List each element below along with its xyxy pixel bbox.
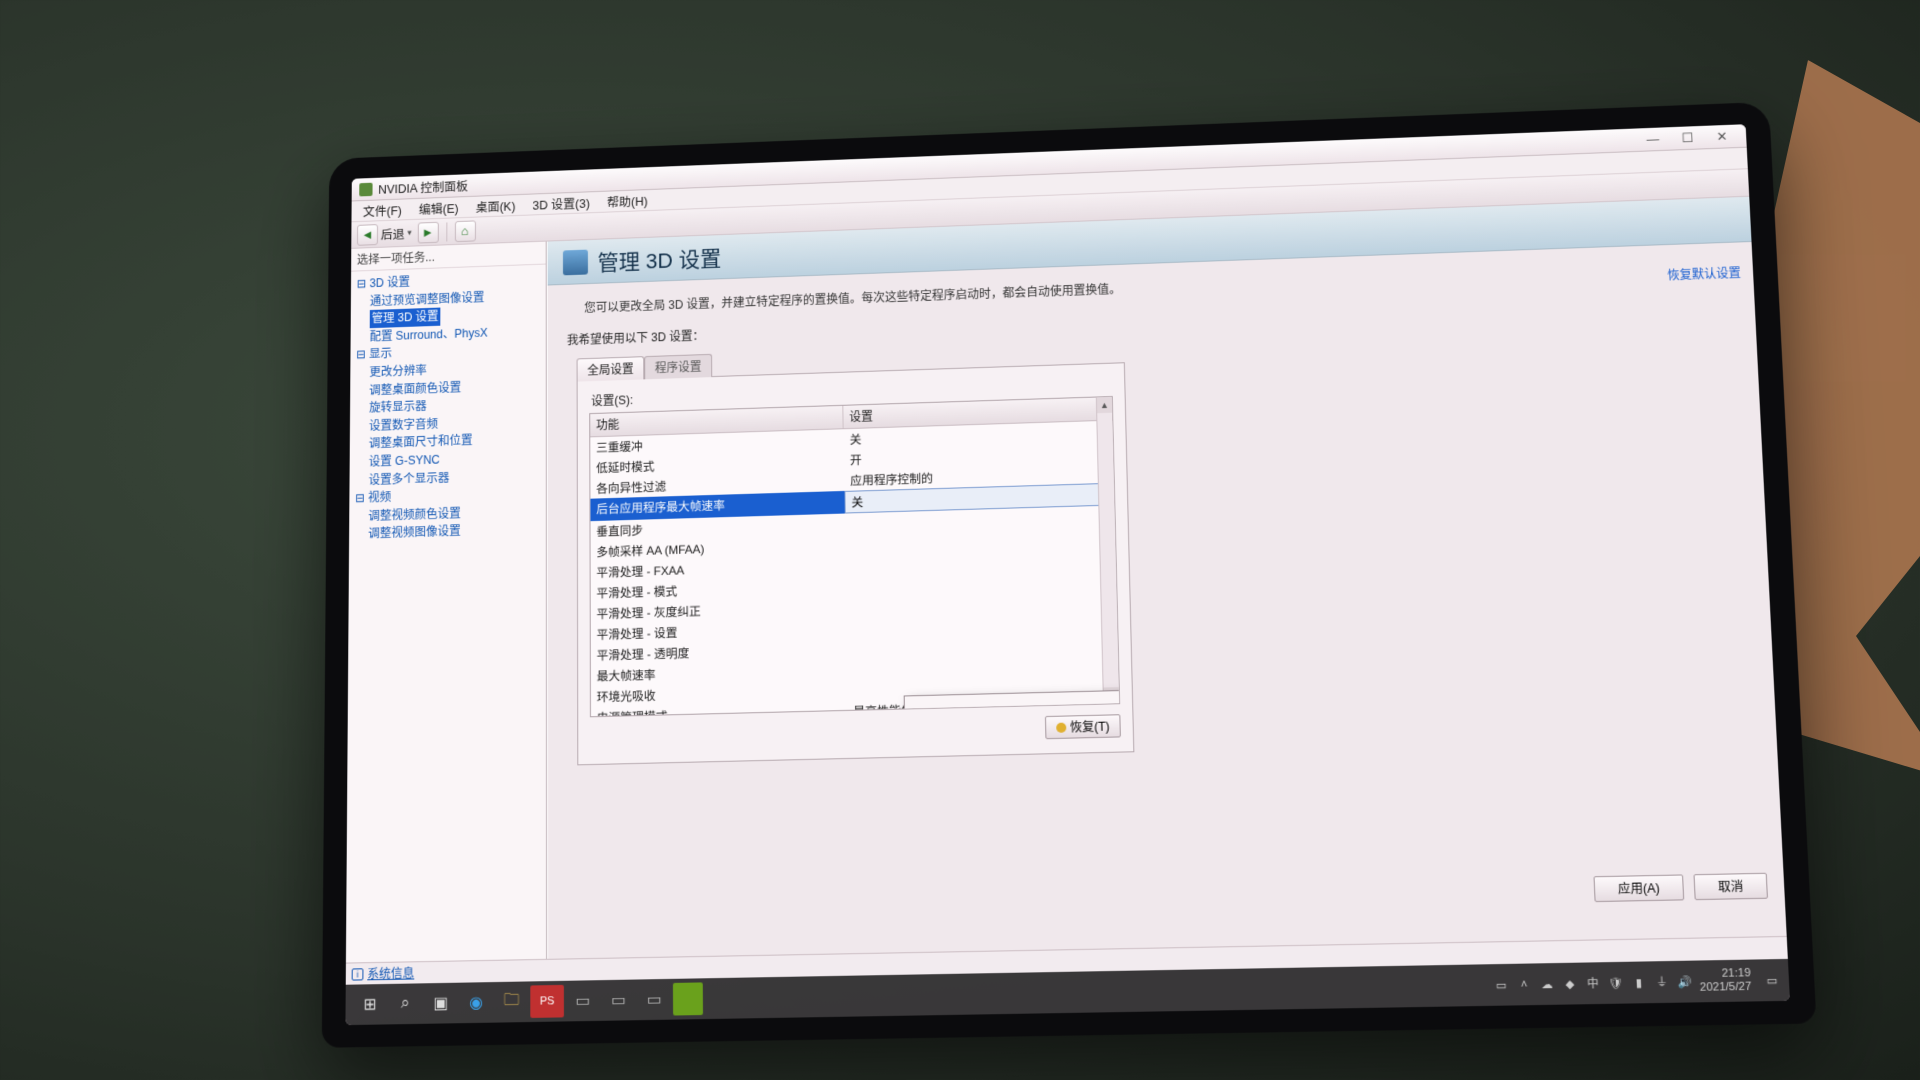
menu-desktop[interactable]: 桌面(K) [468,196,523,216]
content-area: 选择一项任务... ⊟ 3D 设置 通过预览调整图像设置 管理 3D 设置 配置… [346,197,1787,963]
minimize-button[interactable]: — [1636,130,1669,149]
tray-overflow-icon[interactable]: ▭ [1493,976,1510,993]
apply-button[interactable]: 应用(A) [1593,874,1684,902]
sidebar: 选择一项任务... ⊟ 3D 设置 通过预览调整图像设置 管理 3D 设置 配置… [346,242,547,963]
back-icon: ◄ [357,224,378,246]
app-icon-4[interactable]: ▭ [637,983,671,1016]
restore-defaults-link[interactable]: 恢复默认设置 [1667,264,1741,283]
cancel-button[interactable]: 取消 [1693,873,1768,900]
tray-chevron-icon[interactable]: ˄ [1516,976,1533,993]
menu-file[interactable]: 文件(F) [355,200,409,220]
scroll-up-icon[interactable]: ▲ [1097,397,1112,413]
tray-battery-icon[interactable]: ▮ [1630,974,1647,991]
window-controls: — ☐ ✕ [1636,127,1738,149]
back-label: 后退 [381,224,405,243]
home-button[interactable]: ⌂ [454,220,475,242]
menu-edit[interactable]: 编辑(E) [411,198,466,218]
system-info-link[interactable]: 系统信息 [367,964,414,982]
page-title: 管理 3D 设置 [598,241,722,276]
search-icon[interactable]: ⌕ [389,987,423,1020]
clock-date: 2021/5/27 [1700,981,1752,995]
nvidia-taskbar-icon[interactable] [673,982,703,1015]
taskbar-clock[interactable]: 21:19 2021/5/27 [1699,967,1758,994]
nvidia-control-panel-window: NVIDIA 控制面板 — ☐ ✕ 文件(F) 编辑(E) 桌面(K) 3D 设… [346,124,1788,985]
menu-3d[interactable]: 3D 设置(3) [525,193,598,214]
settings-panel-wrap: 全局设置 程序设置 设置(S): 功能 设置 三重缓冲关低延时模式开各向异性过滤… [577,318,1756,766]
app-icon [359,182,372,196]
tray-ime-icon[interactable]: 中 [1584,975,1601,992]
app-icon-1[interactable]: PS [530,985,564,1018]
tray-wifi-icon[interactable]: ⏚ [1653,974,1671,991]
tab-global[interactable]: 全局设置 [577,356,645,381]
task-tree[interactable]: ⊟ 3D 设置 通过预览调整图像设置 管理 3D 设置 配置 Surround、… [349,265,546,548]
tab-program[interactable]: 程序设置 [644,354,712,380]
explorer-icon[interactable]: 🗀 [495,986,529,1019]
taskview-icon[interactable]: ▣ [424,987,458,1020]
footer-buttons: 应用(A) 取消 [1593,873,1768,902]
window-title: NVIDIA 控制面板 [378,176,468,197]
main-panel: 管理 3D 设置 您可以更改全局 3D 设置，并建立特定程序的置换值。每次这些特… [547,197,1787,959]
app-icon-2[interactable]: ▭ [566,984,600,1017]
settings-panel: 设置(S): 功能 设置 三重缓冲关低延时模式开各向异性过滤应用程序控制的后台应… [577,362,1135,765]
back-button[interactable]: ◄ 后退 ▾ [357,222,412,245]
start-button[interactable]: ⊞ [353,988,386,1021]
settings-grid-body[interactable]: 三重缓冲关低延时模式开各向异性过滤应用程序控制的后台应用程序最大帧速率关垂直同步… [590,421,1119,718]
notifications-icon[interactable]: ▭ [1763,972,1781,989]
toolbar-separator [446,222,447,241]
tray-volume-icon[interactable]: 🔊 [1676,973,1694,990]
laptop-frame: NVIDIA 控制面板 — ☐ ✕ 文件(F) 编辑(E) 桌面(K) 3D 设… [322,102,1817,1048]
restore-button[interactable]: 恢复(T) [1045,714,1121,739]
system-tray[interactable]: ▭ ˄ ☁ ◆ 中 🛡 ▮ ⏚ 🔊 21:19 2021/5/27 ▭ [1493,967,1782,998]
menu-help[interactable]: 帮助(H) [599,191,655,211]
tray-onedrive-icon[interactable]: ☁ [1538,976,1555,993]
forward-button[interactable]: ► [417,221,438,243]
close-button[interactable]: ✕ [1705,127,1738,146]
tray-security-icon[interactable]: 🛡 [1607,974,1624,991]
tray-nvidia-icon[interactable]: ◆ [1561,975,1578,992]
maximize-button[interactable]: ☐ [1671,128,1704,147]
app-icon-3[interactable]: ▭ [601,984,635,1017]
edge-icon[interactable]: ◉ [459,986,493,1019]
page-header-icon [563,249,588,275]
info-icon: i [352,968,364,980]
settings-grid[interactable]: 功能 设置 三重缓冲关低延时模式开各向异性过滤应用程序控制的后台应用程序最大帧速… [589,396,1120,717]
clock-time: 21:19 [1699,967,1751,981]
screen: NVIDIA 控制面板 — ☐ ✕ 文件(F) 编辑(E) 桌面(K) 3D 设… [345,124,1790,1025]
